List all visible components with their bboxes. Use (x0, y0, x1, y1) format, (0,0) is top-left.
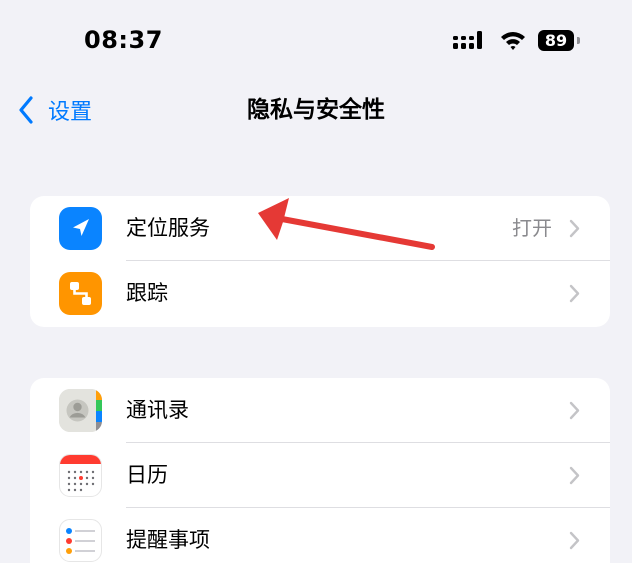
row-label: 跟踪 (126, 281, 168, 305)
chevron-right-icon (569, 466, 580, 485)
row-tracking[interactable]: 跟踪 (30, 261, 610, 326)
row-contacts[interactable]: 通讯录 (30, 378, 610, 443)
chevron-right-icon (569, 219, 580, 238)
reminders-icon (59, 519, 102, 562)
row-label: 定位服务 (126, 216, 210, 240)
chevron-right-icon (569, 401, 580, 420)
status-time: 08:37 (84, 26, 163, 54)
battery-indicator: 89 (538, 30, 574, 51)
calendar-icon (59, 454, 102, 497)
row-value: 打开 (512, 216, 552, 240)
cellular-signal-icon (453, 31, 482, 49)
chevron-right-icon (569, 531, 580, 550)
row-label: 日历 (126, 463, 168, 487)
page-title: 隐私与安全性 (247, 97, 385, 123)
location-arrow-icon (59, 207, 102, 250)
row-calendar[interactable]: 日历 (30, 443, 610, 508)
row-location-services[interactable]: 定位服务 打开 (30, 196, 610, 261)
settings-group-location: 定位服务 打开 跟踪 (30, 196, 610, 327)
row-reminders[interactable]: 提醒事项 (30, 508, 610, 563)
row-label: 提醒事项 (126, 528, 210, 552)
contacts-icon (59, 389, 102, 432)
battery-nub (577, 37, 580, 44)
settings-screen: 08:37 89 设置 隐私与安全性 定位服务 打开 跟踪 通讯录 日历 提醒事… (0, 0, 632, 563)
chevron-right-icon (569, 284, 580, 303)
tracking-icon (59, 272, 102, 315)
settings-group-data-access: 通讯录 日历 提醒事项 (30, 378, 610, 563)
wifi-icon (501, 32, 525, 50)
battery-level: 89 (544, 31, 568, 50)
row-label: 通讯录 (126, 398, 189, 422)
